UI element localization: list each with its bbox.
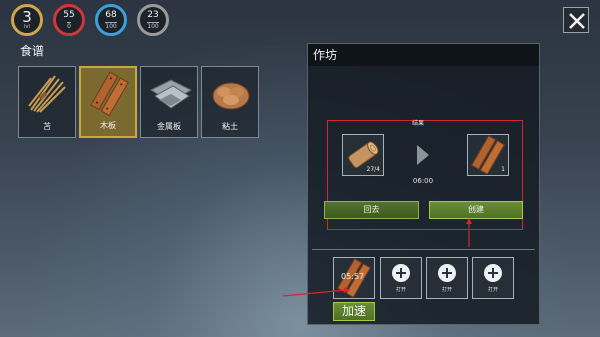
food-value: 23 xyxy=(147,9,159,20)
plus-icon xyxy=(392,264,410,282)
divider xyxy=(312,249,535,250)
speed-up-button[interactable]: 加速 xyxy=(333,302,375,321)
queue-slot-open[interactable]: 打开 xyxy=(472,257,514,299)
craft-time: 06:00 xyxy=(412,177,434,185)
level-value: 3 xyxy=(22,8,32,26)
recipe-label: 金属板 xyxy=(157,122,181,131)
food-indicator: 23 100 xyxy=(137,4,169,36)
recipe-clay[interactable]: 粘土 xyxy=(201,66,259,138)
wooden-plank-icon xyxy=(90,71,129,117)
straw-bundle-icon xyxy=(28,75,66,113)
water-sub: 100 xyxy=(105,21,117,30)
food-sub: 100 xyxy=(147,21,159,30)
recipe-label: 粘土 xyxy=(222,122,238,131)
workshop-header xyxy=(308,44,539,66)
queue-slot-active[interactable]: 05:57 1 xyxy=(333,257,375,321)
plus-icon xyxy=(484,264,502,282)
input-slot[interactable]: 27/4 xyxy=(342,134,384,176)
close-icon xyxy=(569,13,585,29)
recipe-wooden-plank[interactable]: 木板 xyxy=(79,66,137,138)
output-qty: 1 xyxy=(501,166,505,173)
level-label: lvl xyxy=(24,24,30,30)
output-slot[interactable]: 1 xyxy=(467,134,509,176)
metal-sheet-icon xyxy=(149,79,193,109)
water-value: 68 xyxy=(105,9,117,20)
health-sub: 0 xyxy=(67,21,71,30)
close-button[interactable] xyxy=(563,7,589,33)
level-indicator: 3 lvl xyxy=(11,4,43,36)
water-indicator: 68 100 xyxy=(95,4,127,36)
recipe-label: 木板 xyxy=(100,121,116,130)
queue-slot-open[interactable]: 打开 xyxy=(426,257,468,299)
plus-icon xyxy=(438,264,456,282)
workshop-title: 作坊 xyxy=(313,48,338,62)
play-arrow-icon xyxy=(417,145,429,165)
queue-open-label: 打开 xyxy=(395,287,406,293)
recipe-label: 苫 xyxy=(43,122,51,131)
queue-open-label: 打开 xyxy=(441,287,452,293)
queue-timer: 05:57 xyxy=(341,272,365,281)
result-label: 结果 xyxy=(412,120,425,127)
health-indicator: 55 0 xyxy=(53,4,85,36)
recipes-title: 食谱 xyxy=(20,44,45,58)
health-value: 55 xyxy=(63,9,75,20)
recipe-straw[interactable]: 苫 xyxy=(18,66,76,138)
back-button[interactable]: 回去 xyxy=(324,201,419,219)
create-button[interactable]: 创建 xyxy=(429,201,523,219)
queue-slot-open[interactable]: 打开 xyxy=(380,257,422,299)
queue-open-label: 打开 xyxy=(487,287,498,293)
recipe-metal-sheet[interactable]: 金属板 xyxy=(140,66,198,138)
input-qty: 27/4 xyxy=(366,166,380,173)
clay-icon xyxy=(212,82,250,110)
